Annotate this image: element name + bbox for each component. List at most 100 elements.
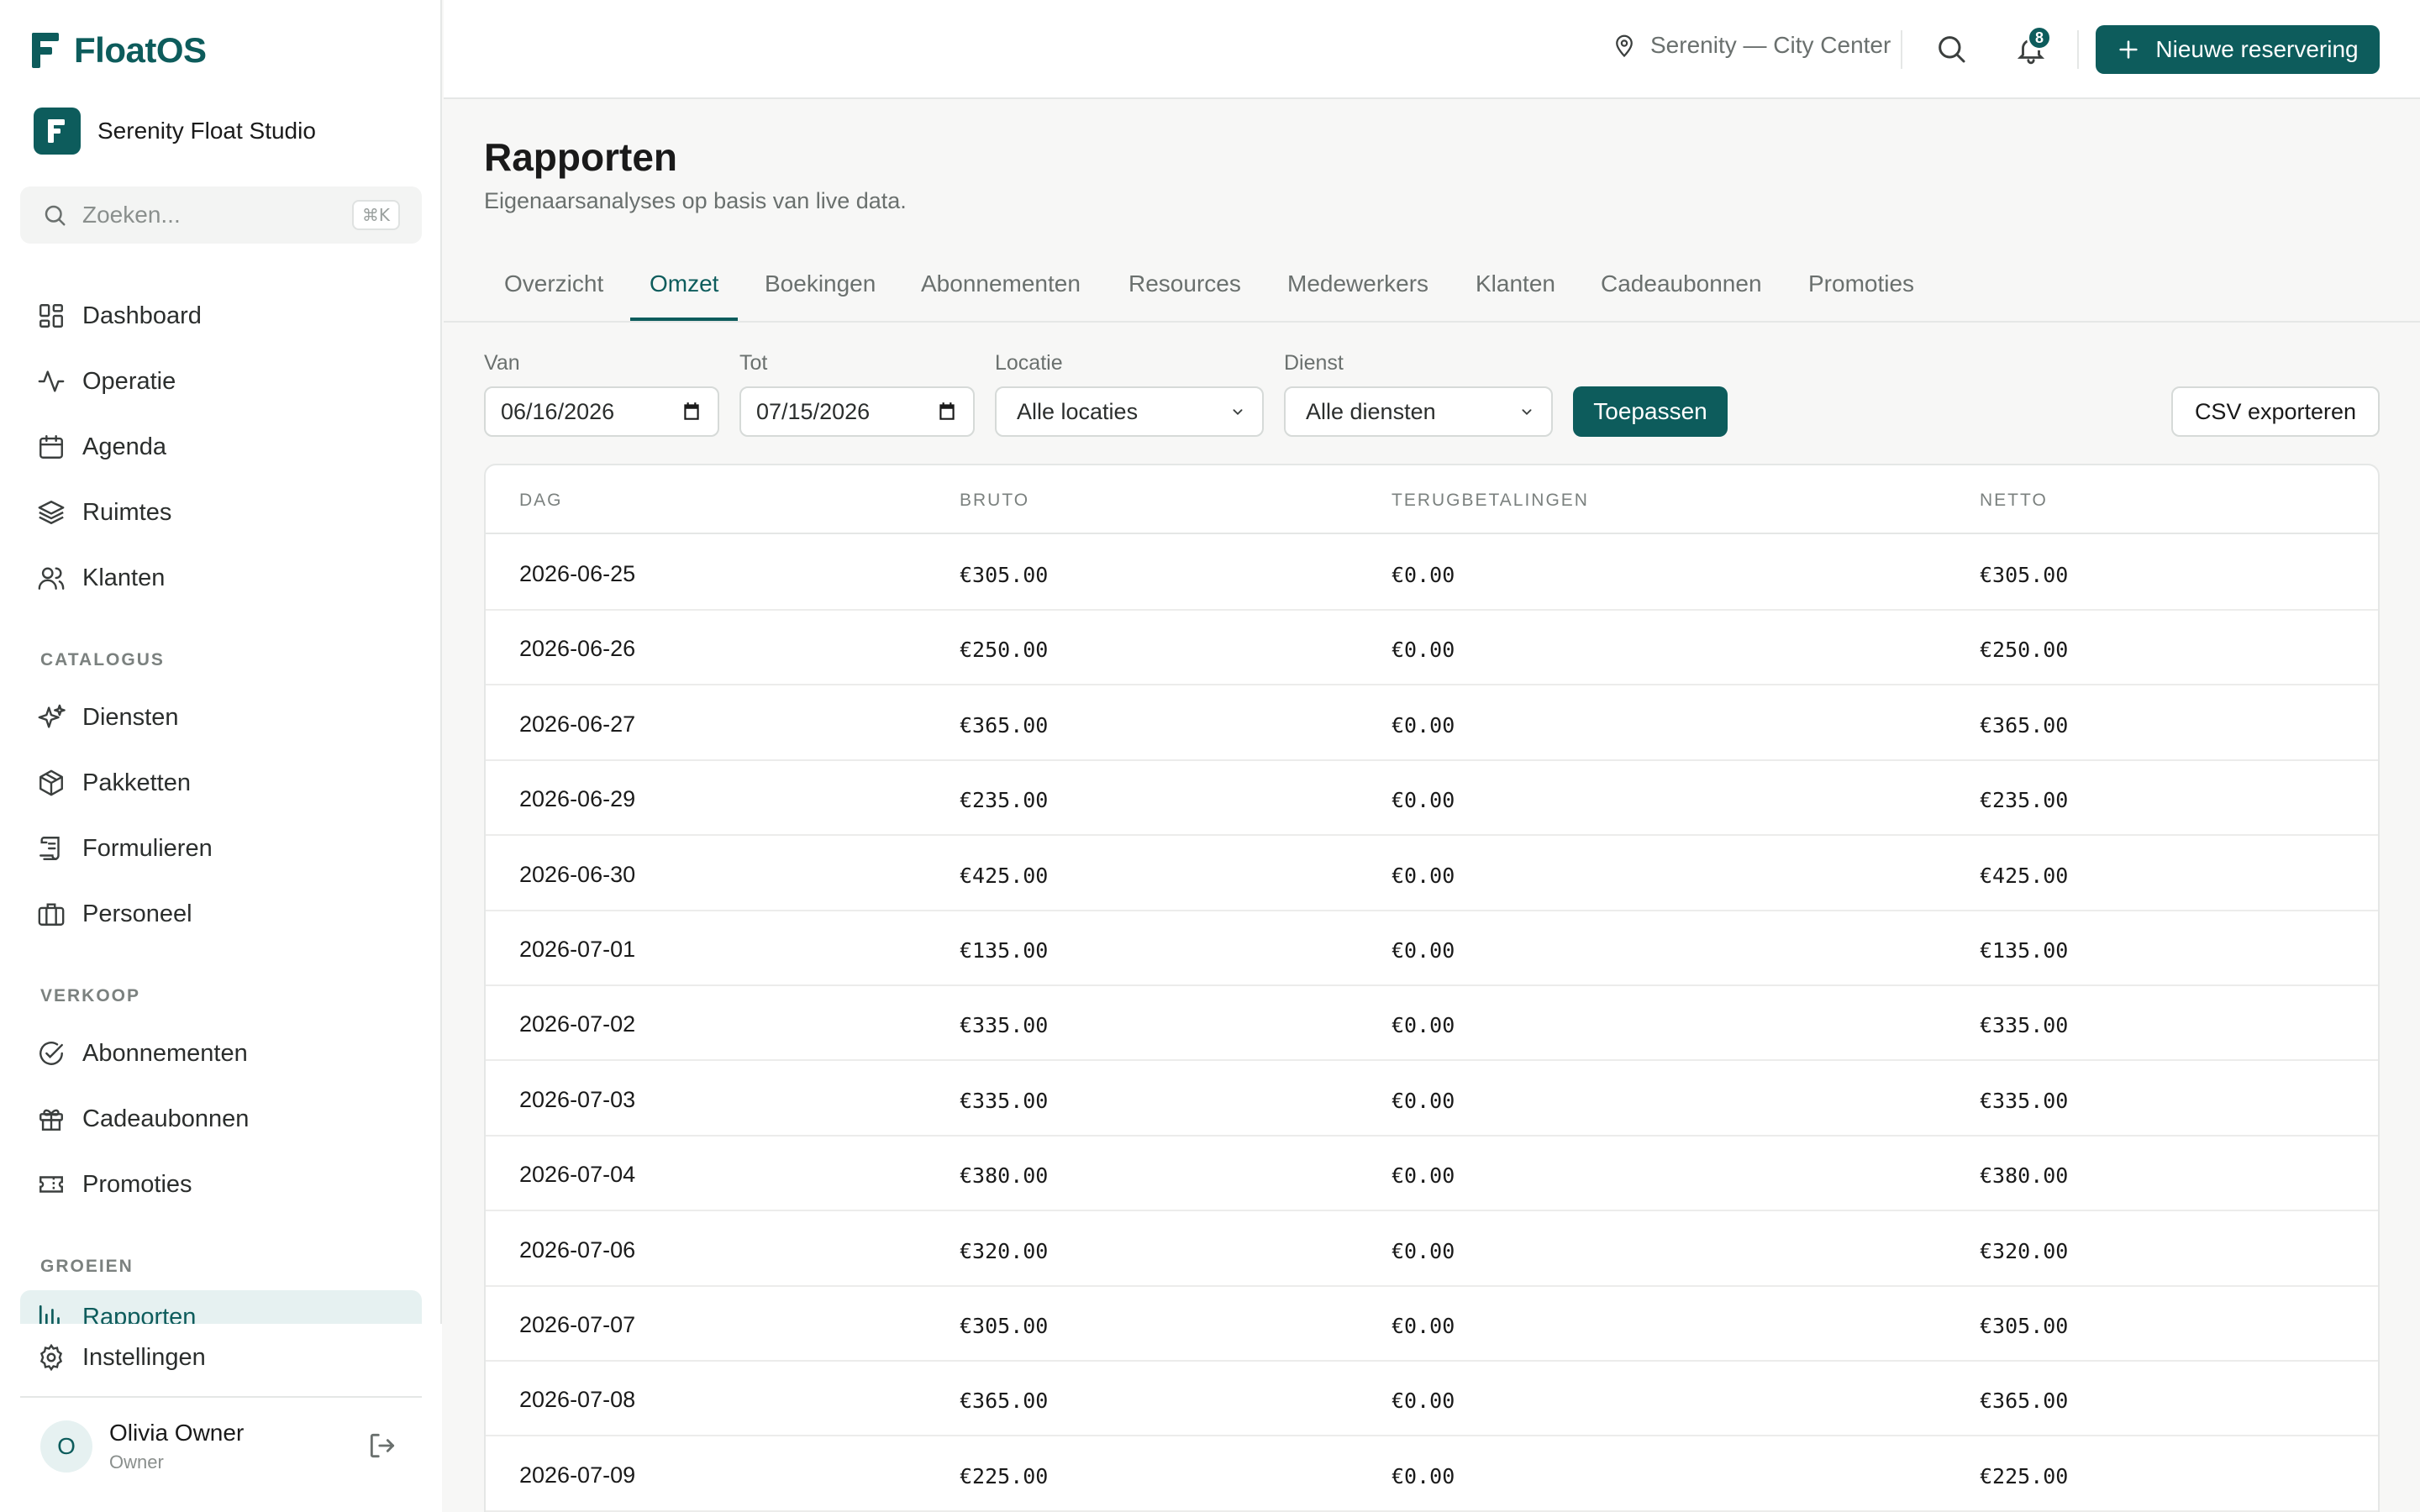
cell-bruto: €250.00 bbox=[960, 638, 1049, 663]
sidebar-item-label: Dashboard bbox=[82, 302, 202, 329]
cell-terugbetalingen: €0.00 bbox=[1392, 1088, 1455, 1113]
cell-bruto: €425.00 bbox=[960, 863, 1049, 888]
divider bbox=[1901, 30, 1902, 69]
cell-bruto: €365.00 bbox=[960, 1389, 1049, 1414]
table-row[interactable]: 2026-07-07 €305.00 €0.00 €305.00 bbox=[486, 1287, 2378, 1362]
calendar-icon[interactable] bbox=[936, 401, 958, 423]
calendar-icon[interactable] bbox=[681, 401, 702, 423]
cell-terugbetalingen: €0.00 bbox=[1392, 1463, 1455, 1488]
ticket-icon bbox=[39, 1176, 63, 1193]
avatar: O bbox=[40, 1420, 92, 1473]
sidebar-item-pakketten[interactable]: Pakketten bbox=[20, 756, 422, 810]
locatie-value: Alle locaties bbox=[1017, 398, 1139, 424]
sidebar-item-klanten[interactable]: Klanten bbox=[20, 551, 422, 605]
chevron-down-icon bbox=[1233, 409, 1243, 416]
briefcase-icon bbox=[38, 903, 65, 926]
tab-resources[interactable]: Resources bbox=[1128, 270, 1241, 297]
location-selector[interactable]: Serenity — City Center bbox=[1612, 32, 1891, 59]
user-name: Olivia Owner bbox=[109, 1420, 245, 1446]
cell-terugbetalingen: €0.00 bbox=[1392, 1163, 1455, 1189]
section-heading-verkoop: VERKOOP bbox=[40, 986, 141, 1005]
table-row[interactable]: 2026-07-06 €320.00 €0.00 €320.00 bbox=[486, 1212, 2378, 1287]
cell-dag: 2026-06-27 bbox=[519, 711, 636, 737]
sidebar-item-label: Abonnementen bbox=[82, 1039, 248, 1067]
search-input[interactable]: Zoeken... bbox=[82, 202, 352, 228]
sidebar-item-formulieren[interactable]: Formulieren bbox=[20, 822, 422, 875]
table-row[interactable]: 2026-06-26 €250.00 €0.00 €250.00 bbox=[486, 611, 2378, 686]
apply-button[interactable]: Toepassen bbox=[1573, 386, 1728, 437]
cell-bruto: €225.00 bbox=[960, 1463, 1049, 1488]
divider bbox=[20, 1396, 422, 1398]
sidebar-footer: Instellingen bbox=[0, 1324, 442, 1512]
column-header-dag[interactable]: DAG bbox=[519, 491, 563, 511]
search-icon[interactable] bbox=[1934, 32, 1968, 66]
cell-bruto: €365.00 bbox=[960, 712, 1049, 738]
sidebar-item-promoties[interactable]: Promoties bbox=[20, 1158, 422, 1211]
csv-export-button[interactable]: CSV exporteren bbox=[2171, 386, 2380, 437]
cell-dag: 2026-07-09 bbox=[519, 1462, 636, 1488]
revenue-table: DAG BRUTO TERUGBETALINGEN NETTO 2026-06-… bbox=[484, 464, 2380, 1512]
tab-abonnementen[interactable]: Abonnementen bbox=[921, 270, 1081, 297]
new-reservation-button[interactable]: Nieuwe reservering bbox=[2096, 25, 2380, 74]
table-row[interactable]: 2026-06-30 €425.00 €0.00 €425.00 bbox=[486, 837, 2378, 911]
sidebar-item-ruimtes[interactable]: Ruimtes bbox=[20, 486, 422, 539]
sidebar-search[interactable]: Zoeken... ⌘K bbox=[20, 186, 422, 244]
locatie-select[interactable]: Alle locaties bbox=[995, 386, 1264, 437]
cell-dag: 2026-07-06 bbox=[519, 1236, 636, 1263]
table-row[interactable]: 2026-06-25 €305.00 €0.00 €305.00 bbox=[486, 536, 2378, 611]
sidebar-item-agenda[interactable]: Agenda bbox=[20, 420, 422, 474]
table-row[interactable]: 2026-07-02 €335.00 €0.00 €335.00 bbox=[486, 986, 2378, 1062]
cell-dag: 2026-06-25 bbox=[519, 561, 636, 586]
table-row[interactable]: 2026-06-29 €235.00 €0.00 €235.00 bbox=[486, 761, 2378, 837]
cell-netto: €425.00 bbox=[1980, 863, 2069, 888]
topbar: Serenity — City Center 8 Nieuwe reserver… bbox=[444, 0, 2420, 99]
sidebar-item-cadeaubonnen[interactable]: Cadeaubonnen bbox=[20, 1092, 422, 1146]
cell-bruto: €235.00 bbox=[960, 788, 1049, 813]
table-row[interactable]: 2026-07-08 €365.00 €0.00 €365.00 bbox=[486, 1362, 2378, 1437]
tab-medewerkers[interactable]: Medewerkers bbox=[1287, 270, 1428, 297]
dienst-label: Dienst bbox=[1284, 351, 1344, 375]
cell-netto: €235.00 bbox=[1980, 788, 2069, 813]
tab-cadeaubonnen[interactable]: Cadeaubonnen bbox=[1601, 270, 1762, 297]
tab-boekingen[interactable]: Boekingen bbox=[765, 270, 876, 297]
sidebar-item-dashboard[interactable]: Dashboard bbox=[20, 289, 422, 343]
scroll-icon bbox=[39, 837, 60, 860]
tab-overzicht[interactable]: Overzicht bbox=[504, 270, 603, 297]
active-tab-indicator bbox=[630, 318, 738, 321]
cell-terugbetalingen: €0.00 bbox=[1392, 788, 1455, 813]
dienst-select[interactable]: Alle diensten bbox=[1284, 386, 1553, 437]
tab-klanten[interactable]: Klanten bbox=[1476, 270, 1555, 297]
table-row[interactable]: 2026-07-01 €135.00 €0.00 €135.00 bbox=[486, 911, 2378, 986]
cell-bruto: €380.00 bbox=[960, 1163, 1049, 1189]
sidebar-item-label: Instellingen bbox=[82, 1343, 206, 1371]
table-row[interactable]: 2026-07-09 €225.00 €0.00 €225.00 bbox=[486, 1437, 2378, 1512]
cell-netto: €335.00 bbox=[1980, 1013, 2069, 1038]
app-name: FloatOS bbox=[74, 30, 207, 70]
column-header-netto[interactable]: NETTO bbox=[1980, 491, 2048, 511]
studio-switcher[interactable]: Serenity Float Studio bbox=[34, 108, 316, 155]
column-header-bruto[interactable]: BRUTO bbox=[960, 491, 1029, 511]
logout-icon[interactable] bbox=[366, 1430, 398, 1462]
table-row[interactable]: 2026-07-03 €335.00 €0.00 €335.00 bbox=[486, 1062, 2378, 1137]
cell-terugbetalingen: €0.00 bbox=[1392, 563, 1455, 587]
sidebar-item-diensten[interactable]: Diensten bbox=[20, 690, 422, 744]
cell-terugbetalingen: €0.00 bbox=[1392, 712, 1455, 738]
van-date-field[interactable]: 06/16/2026 bbox=[484, 386, 719, 437]
column-header-terugbetalingen[interactable]: TERUGBETALINGEN bbox=[1392, 491, 1589, 511]
table-row[interactable]: 2026-07-04 €380.00 €0.00 €380.00 bbox=[486, 1137, 2378, 1212]
tab-omzet[interactable]: Omzet bbox=[650, 270, 718, 297]
sidebar-item-operatie[interactable]: Operatie bbox=[20, 354, 422, 408]
user-profile[interactable]: O Olivia Owner Owner bbox=[40, 1420, 244, 1473]
sidebar-item-label: Pakketten bbox=[82, 769, 191, 796]
tab-promoties[interactable]: Promoties bbox=[1808, 270, 1914, 297]
tot-date-field[interactable]: 07/15/2026 bbox=[739, 386, 975, 437]
sidebar-item-instellingen[interactable]: Instellingen bbox=[20, 1331, 422, 1384]
sidebar-item-label: Agenda bbox=[82, 433, 166, 460]
sidebar-item-personeel[interactable]: Personeel bbox=[20, 887, 422, 941]
table-row[interactable]: 2026-06-27 €365.00 €0.00 €365.00 bbox=[486, 686, 2378, 761]
app-logo[interactable]: FloatOS bbox=[32, 30, 207, 71]
new-reservation-label: Nieuwe reservering bbox=[2155, 36, 2359, 62]
tot-date-value: 07/15/2026 bbox=[756, 398, 871, 424]
sidebar-item-label: Operatie bbox=[82, 367, 176, 395]
sidebar-item-abonnementen[interactable]: Abonnementen bbox=[20, 1026, 422, 1080]
